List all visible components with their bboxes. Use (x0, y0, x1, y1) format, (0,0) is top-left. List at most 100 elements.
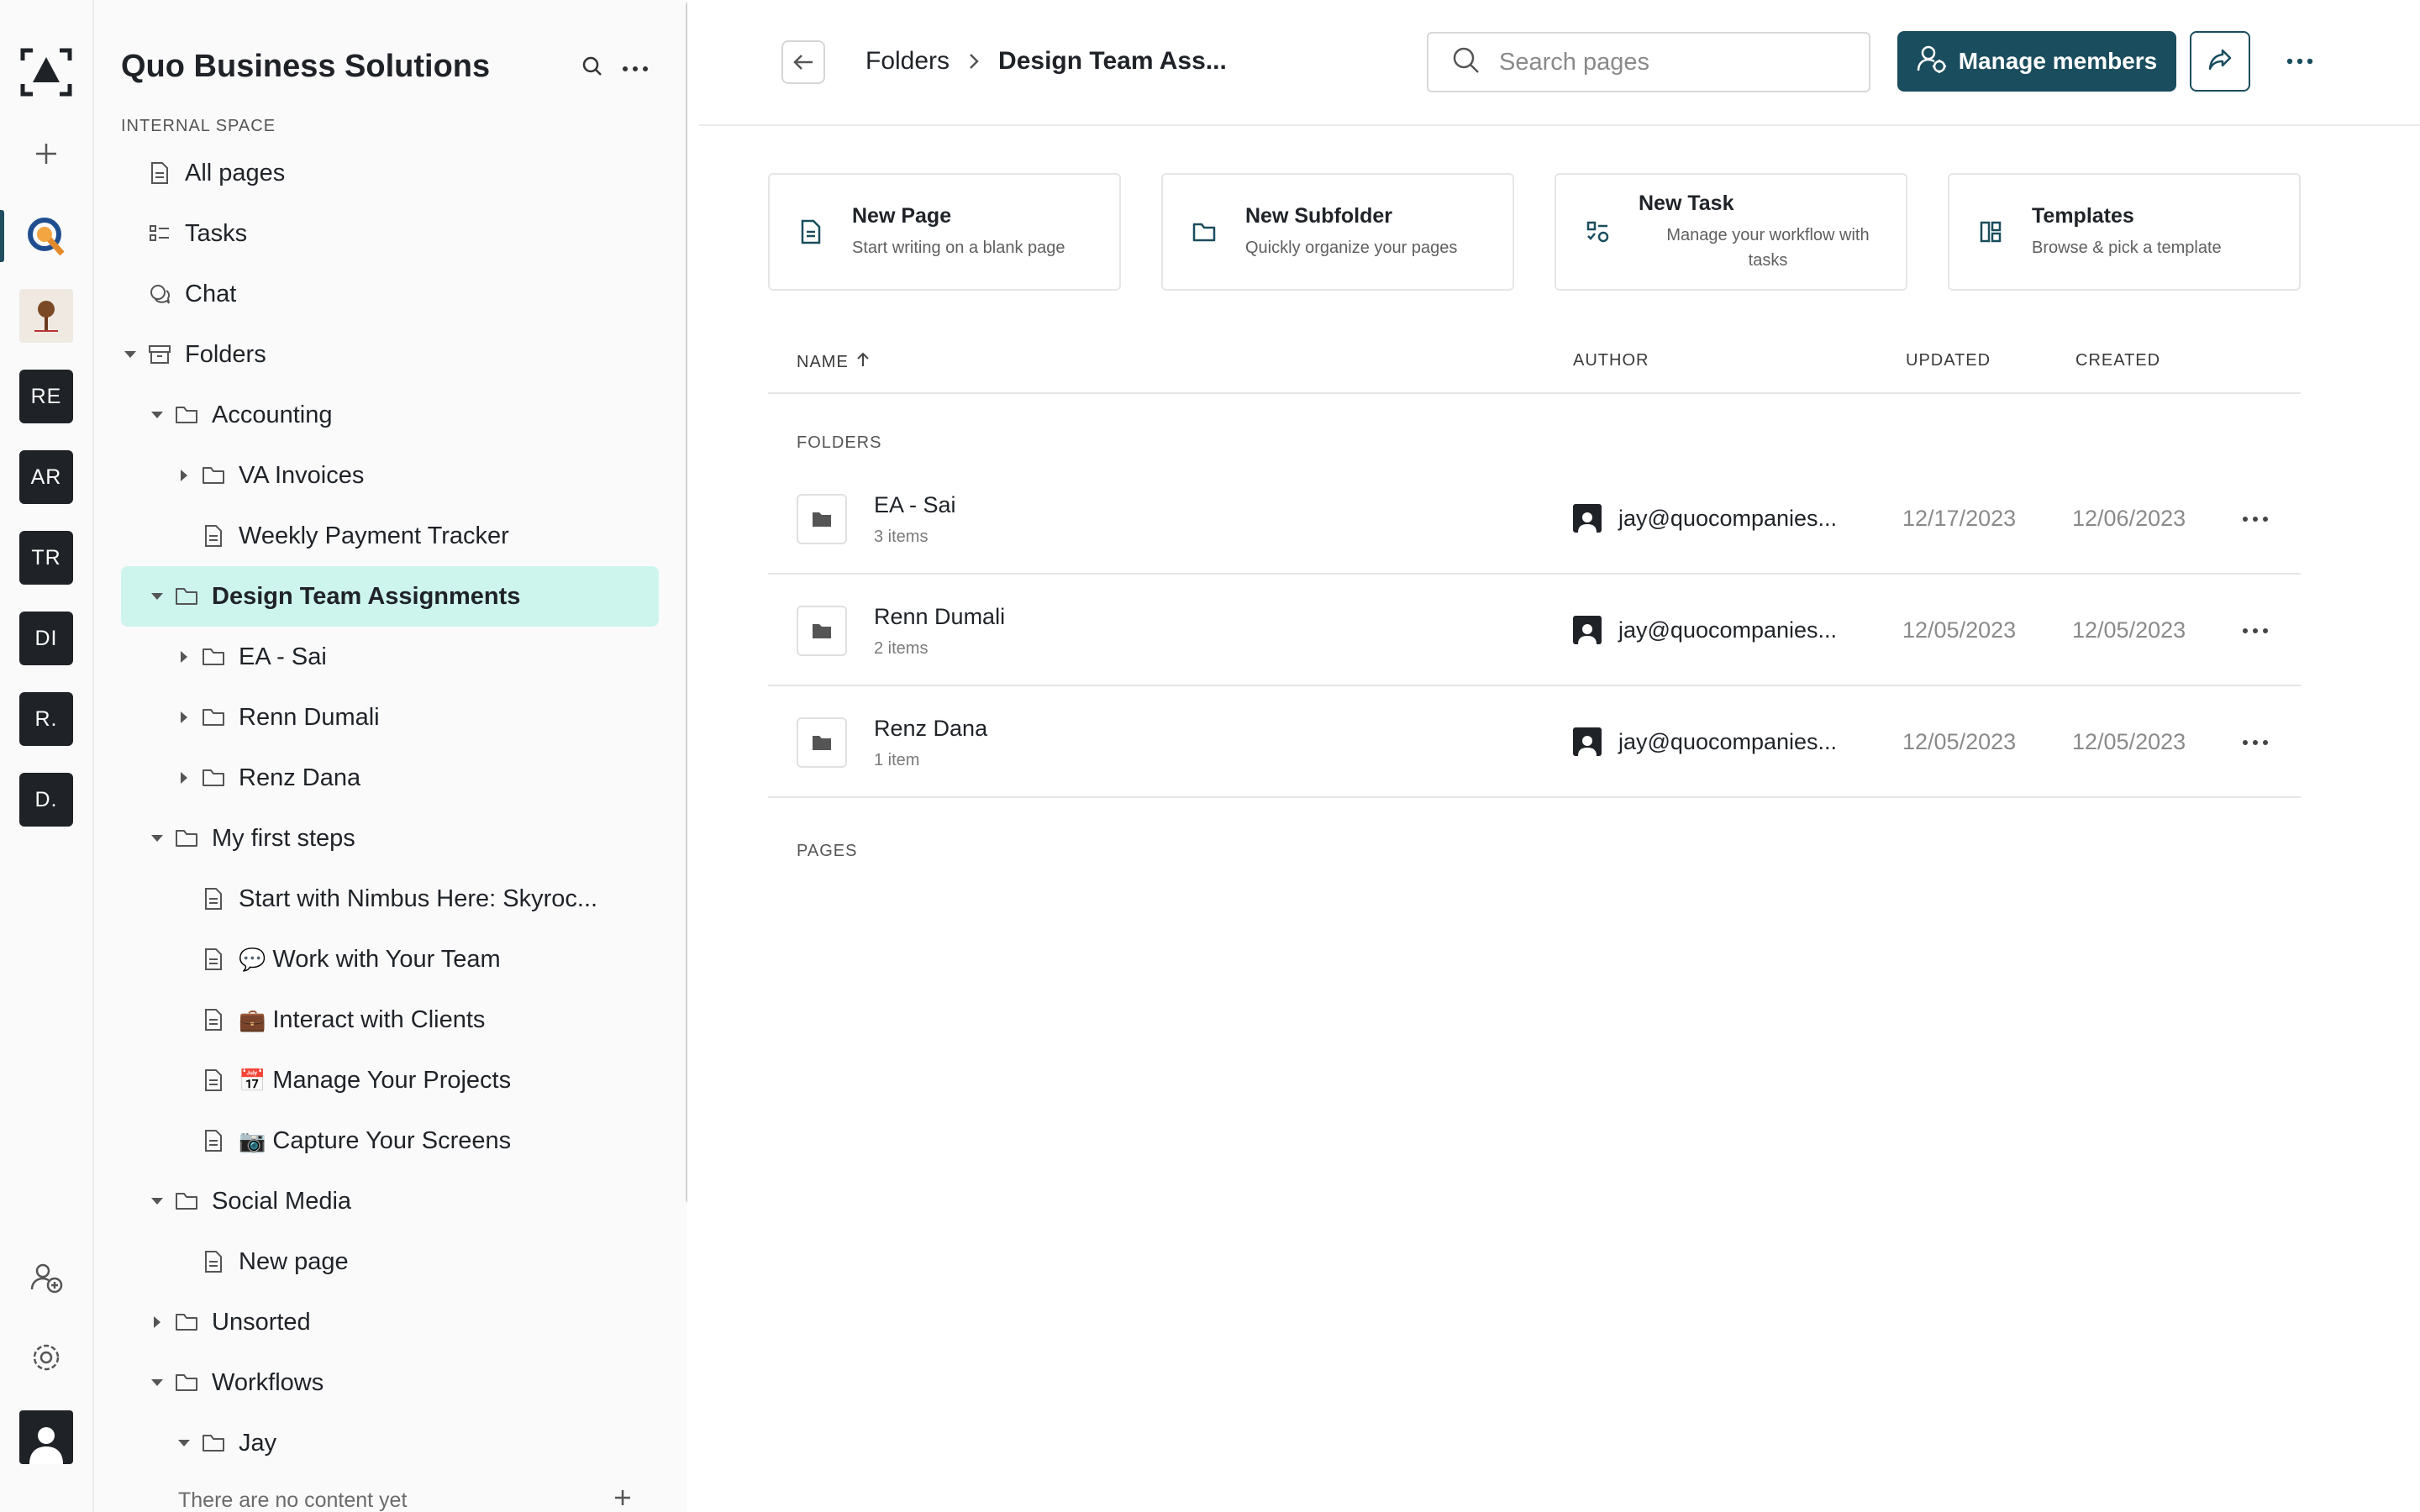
sidebar-item-capture-your-screens[interactable]: 📷 Capture Your Screens (121, 1110, 659, 1171)
sidebar-item-interact-with-clients[interactable]: 💼 Interact with Clients (121, 990, 659, 1050)
folder-icon (175, 1371, 198, 1394)
sidebar-item-manage-your-projects[interactable]: 📅 Manage Your Projects (121, 1050, 659, 1110)
sidebar-item-tasks[interactable]: Tasks (121, 203, 659, 264)
caret-spacer (175, 950, 193, 969)
quo-workspace-logo[interactable] (18, 208, 74, 264)
caret-right-icon[interactable] (175, 769, 193, 787)
caret-right-icon[interactable] (175, 648, 193, 666)
sidebar-item-start-with-nimbus-here-skyroc[interactable]: Start with Nimbus Here: Skyroc... (121, 869, 659, 929)
page-emoji-icon: 📅 (239, 1067, 266, 1093)
sidebar-item-renz-dana[interactable]: Renz Dana (121, 748, 659, 808)
manage-members-button[interactable]: Manage members (1897, 31, 2176, 92)
brand-workspace-logo[interactable] (18, 288, 74, 344)
sidebar-item-workflows[interactable]: Workflows (121, 1352, 659, 1413)
caret-down-icon[interactable] (148, 1373, 166, 1392)
settings-gear-icon[interactable] (18, 1330, 74, 1385)
app-logo-icon[interactable] (18, 45, 74, 100)
updated-date: 12/05/2023 (1902, 729, 2017, 754)
caret-right-icon[interactable] (175, 708, 193, 727)
folder-icon (175, 1310, 198, 1334)
sidebar-item-jay[interactable]: Jay (121, 1413, 659, 1473)
breadcrumb-folders-link[interactable]: Folders (865, 47, 950, 76)
new-subfolder-card[interactable]: New Subfolder Quickly organize your page… (1161, 173, 1514, 291)
page-emoji-icon: 💼 (239, 1006, 266, 1032)
sidebar-item-label: Manage Your Projects (272, 1066, 512, 1094)
sidebar-item-folders[interactable]: Folders (121, 324, 659, 385)
templates-card[interactable]: Templates Browse & pick a template (1948, 173, 2301, 291)
folder-name[interactable]: Renn Dumali (874, 604, 1005, 630)
sidebar-item-weekly-payment-tracker[interactable]: Weekly Payment Tracker (121, 506, 659, 566)
row-more-options-icon[interactable] (2238, 502, 2272, 536)
author-cell: jay@quocompanies... (1573, 616, 1837, 644)
search-placeholder: Search pages (1499, 48, 1649, 76)
row-more-options-icon[interactable] (2238, 726, 2272, 759)
column-header-created[interactable]: CREATED (2075, 351, 2160, 370)
sidebar-scrollbar[interactable] (686, 0, 687, 1205)
sidebar-item-work-with-your-team[interactable]: 💬 Work with Your Team (121, 929, 659, 990)
sidebar-item-new-page[interactable]: New page (121, 1231, 659, 1292)
more-options-icon[interactable] (622, 61, 649, 76)
workspace-avatar[interactable]: TR (19, 531, 73, 585)
caret-down-icon[interactable] (148, 406, 166, 424)
column-header-author[interactable]: AUTHOR (1573, 351, 1649, 370)
caret-down-icon[interactable] (175, 1434, 193, 1452)
sidebar-item-label: Weekly Payment Tracker (239, 522, 509, 549)
sidebar-item-ea-sai[interactable]: EA - Sai (121, 627, 659, 687)
sidebar-item-design-team-assignments[interactable]: Design Team Assignments (121, 566, 659, 627)
search-icon[interactable] (581, 55, 603, 81)
workspace-avatar[interactable]: D. (19, 773, 73, 827)
column-header-updated[interactable]: UPDATED (1906, 351, 1991, 370)
table-row[interactable]: EA - Sai 3 items jay@quocompanies... 12/17/… (768, 464, 2301, 575)
search-input[interactable]: Search pages (1427, 32, 1870, 92)
caret-spacer (175, 1131, 193, 1150)
caret-down-icon[interactable] (148, 1192, 166, 1210)
sidebar-item-va-invoices[interactable]: VA Invoices (121, 445, 659, 506)
sidebar-item-chat[interactable]: Chat (121, 264, 659, 324)
space-title[interactable]: Quo Business Solutions (121, 49, 490, 85)
caret-right-icon[interactable] (148, 1313, 166, 1331)
caret-right-icon[interactable] (175, 466, 193, 485)
table-row[interactable]: Renn Dumali 2 items jay@quocompanies... 12/… (768, 575, 2301, 686)
caret-down-icon[interactable] (148, 587, 166, 606)
sidebar-item-unsorted[interactable]: Unsorted (121, 1292, 659, 1352)
caret-spacer (175, 890, 193, 908)
more-options-button[interactable] (2279, 40, 2321, 82)
share-button[interactable] (2190, 31, 2250, 92)
workspace-avatar[interactable]: RE (19, 370, 73, 423)
sidebar-item-accounting[interactable]: Accounting (121, 385, 659, 445)
workspace-avatar[interactable]: R. (19, 692, 73, 746)
add-workspace-icon[interactable] (18, 126, 74, 181)
new-page-card[interactable]: New Page Start writing on a blank page (768, 173, 1121, 291)
card-subtitle: Manage your workflow with tasks (1666, 225, 1870, 270)
user-profile-avatar[interactable] (18, 1410, 74, 1465)
sidebar-item-my-first-steps[interactable]: My first steps (121, 808, 659, 869)
caret-down-icon[interactable] (148, 829, 166, 848)
table-row[interactable]: Renz Dana 1 item jay@quocompanies... 12/05/… (768, 687, 2301, 798)
author-email: jay@quocompanies... (1618, 505, 1838, 531)
column-header-name[interactable]: NAME (797, 351, 871, 373)
folder-name[interactable]: Renz Dana (874, 716, 987, 742)
row-more-options-icon[interactable] (2238, 614, 2272, 648)
page-icon (202, 524, 225, 548)
templates-icon (1949, 220, 2032, 244)
sort-ascending-icon (855, 351, 871, 373)
sidebar: Quo Business Solutions INTERNAL SPACE Al… (94, 0, 687, 1512)
sidebar-item-all-pages[interactable]: All pages (121, 143, 659, 203)
new-task-card[interactable]: New Task Manage your workflow with tasks (1555, 173, 1907, 291)
workspace-avatar[interactable]: DI (19, 612, 73, 665)
back-button[interactable] (781, 40, 825, 84)
invite-user-icon[interactable] (18, 1250, 74, 1305)
sidebar-item-renn-dumali[interactable]: Renn Dumali (121, 687, 659, 748)
space-section-label: INTERNAL SPACE (121, 117, 276, 135)
space-actions (581, 55, 649, 81)
updated-date: 12/17/2023 (1902, 506, 2017, 531)
column-header-label: NAME (797, 352, 849, 371)
add-content-icon[interactable] (613, 1488, 632, 1512)
caret-down-icon[interactable] (121, 345, 139, 364)
author-email: jay@quocompanies... (1618, 617, 1838, 643)
folder-name[interactable]: EA - Sai (874, 492, 956, 518)
card-subtitle: Start writing on a blank page (852, 238, 1065, 257)
sidebar-item-social-media[interactable]: Social Media (121, 1171, 659, 1231)
workspace-avatar[interactable]: AR (19, 450, 73, 504)
folder-filled-icon (797, 606, 847, 656)
